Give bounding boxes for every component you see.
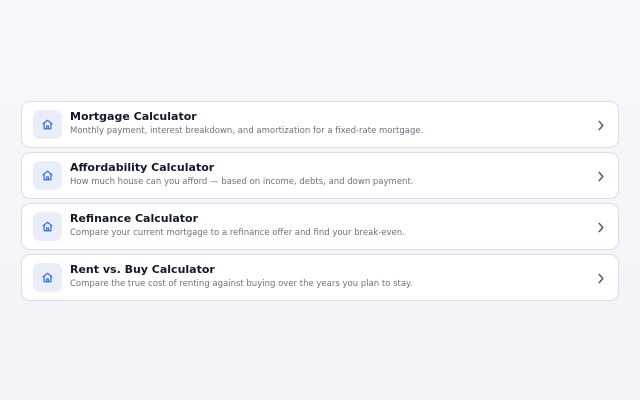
calculator-card-text: Rent vs. Buy Calculator Compare the true… (70, 263, 578, 291)
calculator-card-affordability[interactable]: Affordability Calculator How much house … (21, 152, 619, 199)
calculator-description: How much house can you afford — based on… (70, 177, 414, 187)
calculator-description: Compare your current mortgage to a refin… (70, 228, 405, 238)
calculator-title: Affordability Calculator (70, 161, 215, 174)
calculator-title: Mortgage Calculator (70, 110, 197, 123)
calculator-card-rent-vs-buy[interactable]: Rent vs. Buy Calculator Compare the true… (21, 254, 619, 301)
calculator-card-text: Affordability Calculator How much house … (70, 161, 578, 189)
home-icon (33, 212, 62, 241)
home-icon (33, 110, 62, 139)
chevron-right-icon (596, 169, 606, 183)
calculator-card-text: Mortgage Calculator Monthly payment, int… (70, 110, 578, 138)
calculator-description: Compare the true cost of renting against… (70, 279, 413, 289)
calculator-description: Monthly payment, interest breakdown, and… (70, 126, 424, 136)
calculator-card-text: Refinance Calculator Compare your curren… (70, 212, 578, 240)
calculator-title: Rent vs. Buy Calculator (70, 263, 215, 276)
calculator-title: Refinance Calculator (70, 212, 199, 225)
calculator-card-mortgage[interactable]: Mortgage Calculator Monthly payment, int… (21, 101, 619, 148)
calculator-list: Mortgage Calculator Monthly payment, int… (21, 101, 619, 301)
chevron-right-icon (596, 118, 606, 132)
home-icon (33, 161, 62, 190)
calculator-card-refinance[interactable]: Refinance Calculator Compare your curren… (21, 203, 619, 250)
chevron-right-icon (596, 271, 606, 285)
chevron-right-icon (596, 220, 606, 234)
home-icon (33, 263, 62, 292)
